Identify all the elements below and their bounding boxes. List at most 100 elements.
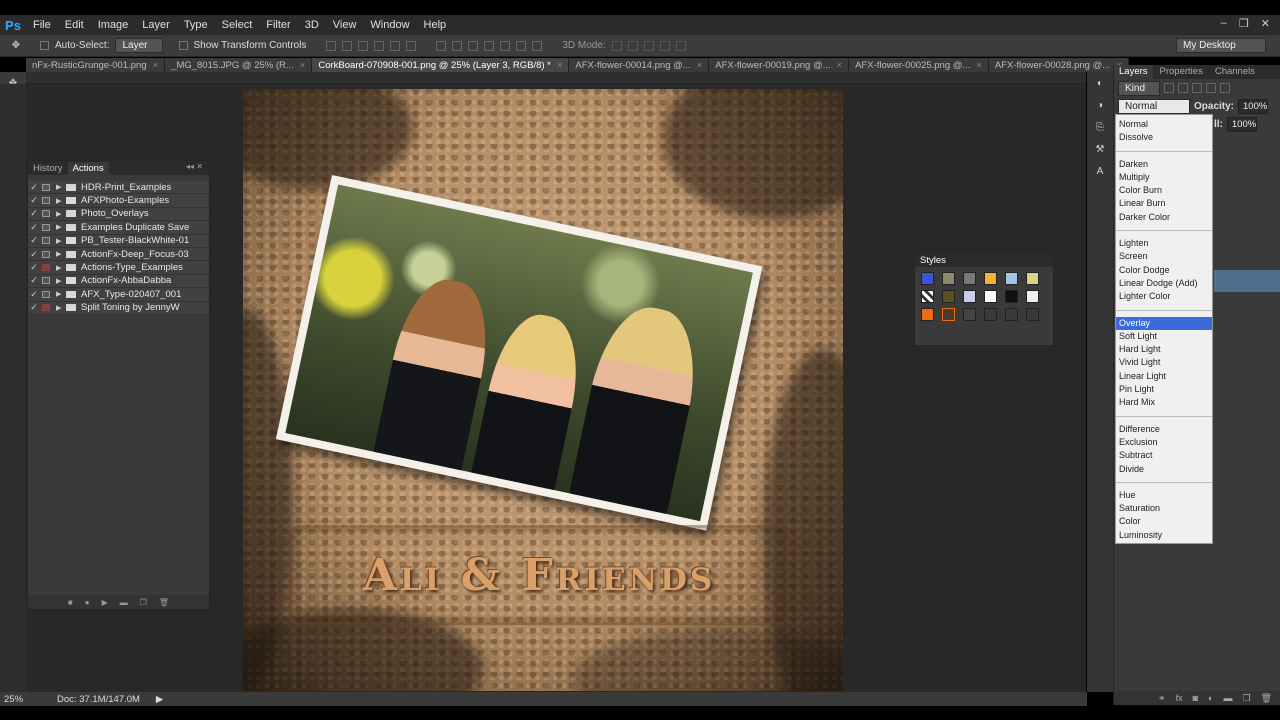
blend-mode-option[interactable]: Color Dodge [1116, 264, 1212, 277]
toggle-check-icon[interactable]: ✓ [28, 289, 40, 300]
opacity-input[interactable]: 100% [1238, 98, 1269, 114]
menu-file[interactable]: File [26, 19, 58, 31]
expand-arrow-icon[interactable]: ▶ [56, 210, 66, 218]
toggle-check-icon[interactable]: ✓ [28, 235, 40, 246]
close-tab-icon[interactable]: × [300, 60, 306, 71]
auto-select-checkbox[interactable] [40, 41, 49, 50]
style-swatch[interactable] [921, 290, 934, 303]
distribute-hcenter-icon[interactable] [500, 40, 511, 51]
character-panel-icon[interactable]: A [1094, 166, 1106, 177]
dialog-toggle-icon[interactable] [42, 304, 50, 312]
add-mask-icon[interactable]: ◙ [1193, 693, 1198, 703]
adjustments-panel-icon[interactable]: ◑ [1094, 100, 1106, 111]
toggle-check-icon[interactable]: ✓ [28, 208, 40, 219]
style-swatch[interactable] [1005, 290, 1018, 303]
document-tab[interactable]: AFX-flower-00019.png @... × [709, 58, 850, 72]
3d-rotate-icon[interactable] [611, 40, 622, 51]
style-swatch[interactable] [942, 290, 955, 303]
blend-mode-option[interactable]: Linear Burn [1116, 197, 1212, 210]
auto-align-icon[interactable] [532, 40, 543, 51]
expand-arrow-icon[interactable]: ▶ [56, 237, 66, 245]
style-swatch[interactable] [1005, 272, 1018, 285]
3d-pan-icon[interactable] [643, 40, 654, 51]
record-icon[interactable]: ● [85, 598, 90, 607]
expand-arrow-icon[interactable]: ▶ [56, 223, 66, 231]
tab-actions[interactable]: Actions [67, 162, 109, 175]
style-swatch[interactable] [1026, 272, 1039, 285]
panel-collapse-icon[interactable]: ◂◂ ✕ [186, 162, 203, 171]
tab-history[interactable]: History [28, 162, 68, 175]
action-set-row[interactable]: ✓ ▶ Examples Duplicate Save [28, 221, 209, 235]
expand-arrow-icon[interactable]: ▶ [56, 277, 66, 285]
fx-icon[interactable]: fx [1176, 693, 1183, 703]
3d-roll-icon[interactable] [627, 40, 638, 51]
dialog-toggle-icon[interactable] [42, 290, 50, 298]
action-set-row[interactable]: ✓ ▶ Actions-Type_Examples [28, 261, 209, 275]
expand-arrow-icon[interactable]: ▶ [56, 250, 66, 258]
blend-mode-option[interactable]: Linear Dodge (Add) [1116, 277, 1212, 290]
blend-mode-option[interactable]: Soft Light [1116, 330, 1212, 343]
align-left-icon[interactable] [374, 40, 385, 51]
filter-type-icon[interactable] [1192, 83, 1203, 93]
style-swatch[interactable] [984, 290, 997, 303]
expand-arrow-icon[interactable]: ▶ [56, 264, 66, 272]
dialog-toggle-icon[interactable] [42, 183, 50, 191]
blend-mode-option[interactable]: Hard Mix [1116, 396, 1212, 409]
distribute-right-icon[interactable] [516, 40, 527, 51]
blend-mode-option[interactable]: Color [1116, 515, 1212, 528]
blend-mode-option[interactable]: Multiply [1116, 171, 1212, 184]
style-swatch[interactable] [921, 308, 934, 321]
blend-mode-option[interactable]: Lighter Color [1116, 290, 1212, 303]
action-set-row[interactable]: ✓ ▶ AFX_Type-020407_001 [28, 288, 209, 302]
expand-arrow-icon[interactable]: ▶ [56, 197, 66, 205]
action-set-row[interactable]: ✓ ▶ Split Toning by JennyW [28, 301, 209, 315]
blend-mode-dropdown[interactable]: Normal [1118, 98, 1190, 114]
filter-smart-icon[interactable] [1220, 83, 1231, 93]
blend-mode-option[interactable]: Vivid Light [1116, 356, 1212, 369]
action-set-row[interactable]: ✓ ▶ Photo_Overlays [28, 207, 209, 222]
fill-input[interactable]: 100% [1226, 116, 1257, 132]
action-set-row[interactable]: ✓ ▶ HDR-Print_Examples [28, 181, 209, 195]
style-swatch[interactable] [942, 308, 955, 321]
3d-slide-icon[interactable] [659, 40, 670, 51]
kind-filter-dropdown[interactable]: Kind [1118, 80, 1161, 96]
dialog-toggle-icon[interactable] [42, 223, 50, 231]
close-tab-icon[interactable]: × [153, 60, 159, 71]
blend-mode-option[interactable]: Linear Light [1116, 370, 1212, 383]
align-right-icon[interactable] [406, 40, 417, 51]
align-vcenter-icon[interactable] [342, 40, 353, 51]
document-tab[interactable]: AFX-flower-00014.png @... × [569, 58, 710, 72]
blend-mode-option[interactable]: Darken [1116, 158, 1212, 171]
action-set-row[interactable]: ✓ ▶ PB_Tester-BlackWhite-01 [28, 234, 209, 248]
distribute-bottom-icon[interactable] [468, 40, 479, 51]
menu-image[interactable]: Image [91, 19, 136, 31]
style-swatch[interactable] [921, 272, 934, 285]
filter-shape-icon[interactable] [1206, 83, 1217, 93]
menu-3d[interactable]: 3D [298, 19, 326, 31]
toggle-check-icon[interactable]: ✓ [28, 222, 40, 233]
close-tab-icon[interactable]: × [976, 60, 982, 71]
style-swatch[interactable] [963, 290, 976, 303]
menu-window[interactable]: Window [363, 19, 416, 31]
style-swatch[interactable] [1026, 308, 1039, 321]
toggle-check-icon[interactable]: ✓ [28, 275, 40, 286]
new-layer-icon[interactable]: ❐ [1242, 693, 1250, 704]
blend-mode-option[interactable]: Luminosity [1116, 529, 1212, 542]
3d-scale-icon[interactable] [675, 40, 686, 51]
tab-layers[interactable]: Layers [1114, 65, 1153, 79]
style-swatch[interactable] [1026, 290, 1039, 303]
menu-filter[interactable]: Filter [259, 19, 297, 31]
menu-help[interactable]: Help [417, 19, 454, 31]
document-tab[interactable]: CorkBoard-070908-001.png @ 25% (Layer 3,… [312, 58, 570, 72]
blend-mode-option[interactable]: Screen [1116, 250, 1212, 263]
tab-properties[interactable]: Properties [1155, 65, 1208, 79]
close-tab-icon[interactable]: × [557, 60, 563, 71]
dialog-toggle-icon[interactable] [42, 237, 50, 245]
blend-mode-option[interactable]: Color Burn [1116, 184, 1212, 197]
blend-mode-option[interactable]: Hard Light [1116, 343, 1212, 356]
menu-select[interactable]: Select [215, 19, 260, 31]
action-set-row[interactable]: ✓ ▶ ActionFx-Deep_Focus-03 [28, 247, 209, 262]
menu-type[interactable]: Type [177, 19, 215, 31]
filter-pixel-icon[interactable] [1164, 83, 1175, 93]
close-tab-icon[interactable]: × [697, 60, 703, 71]
